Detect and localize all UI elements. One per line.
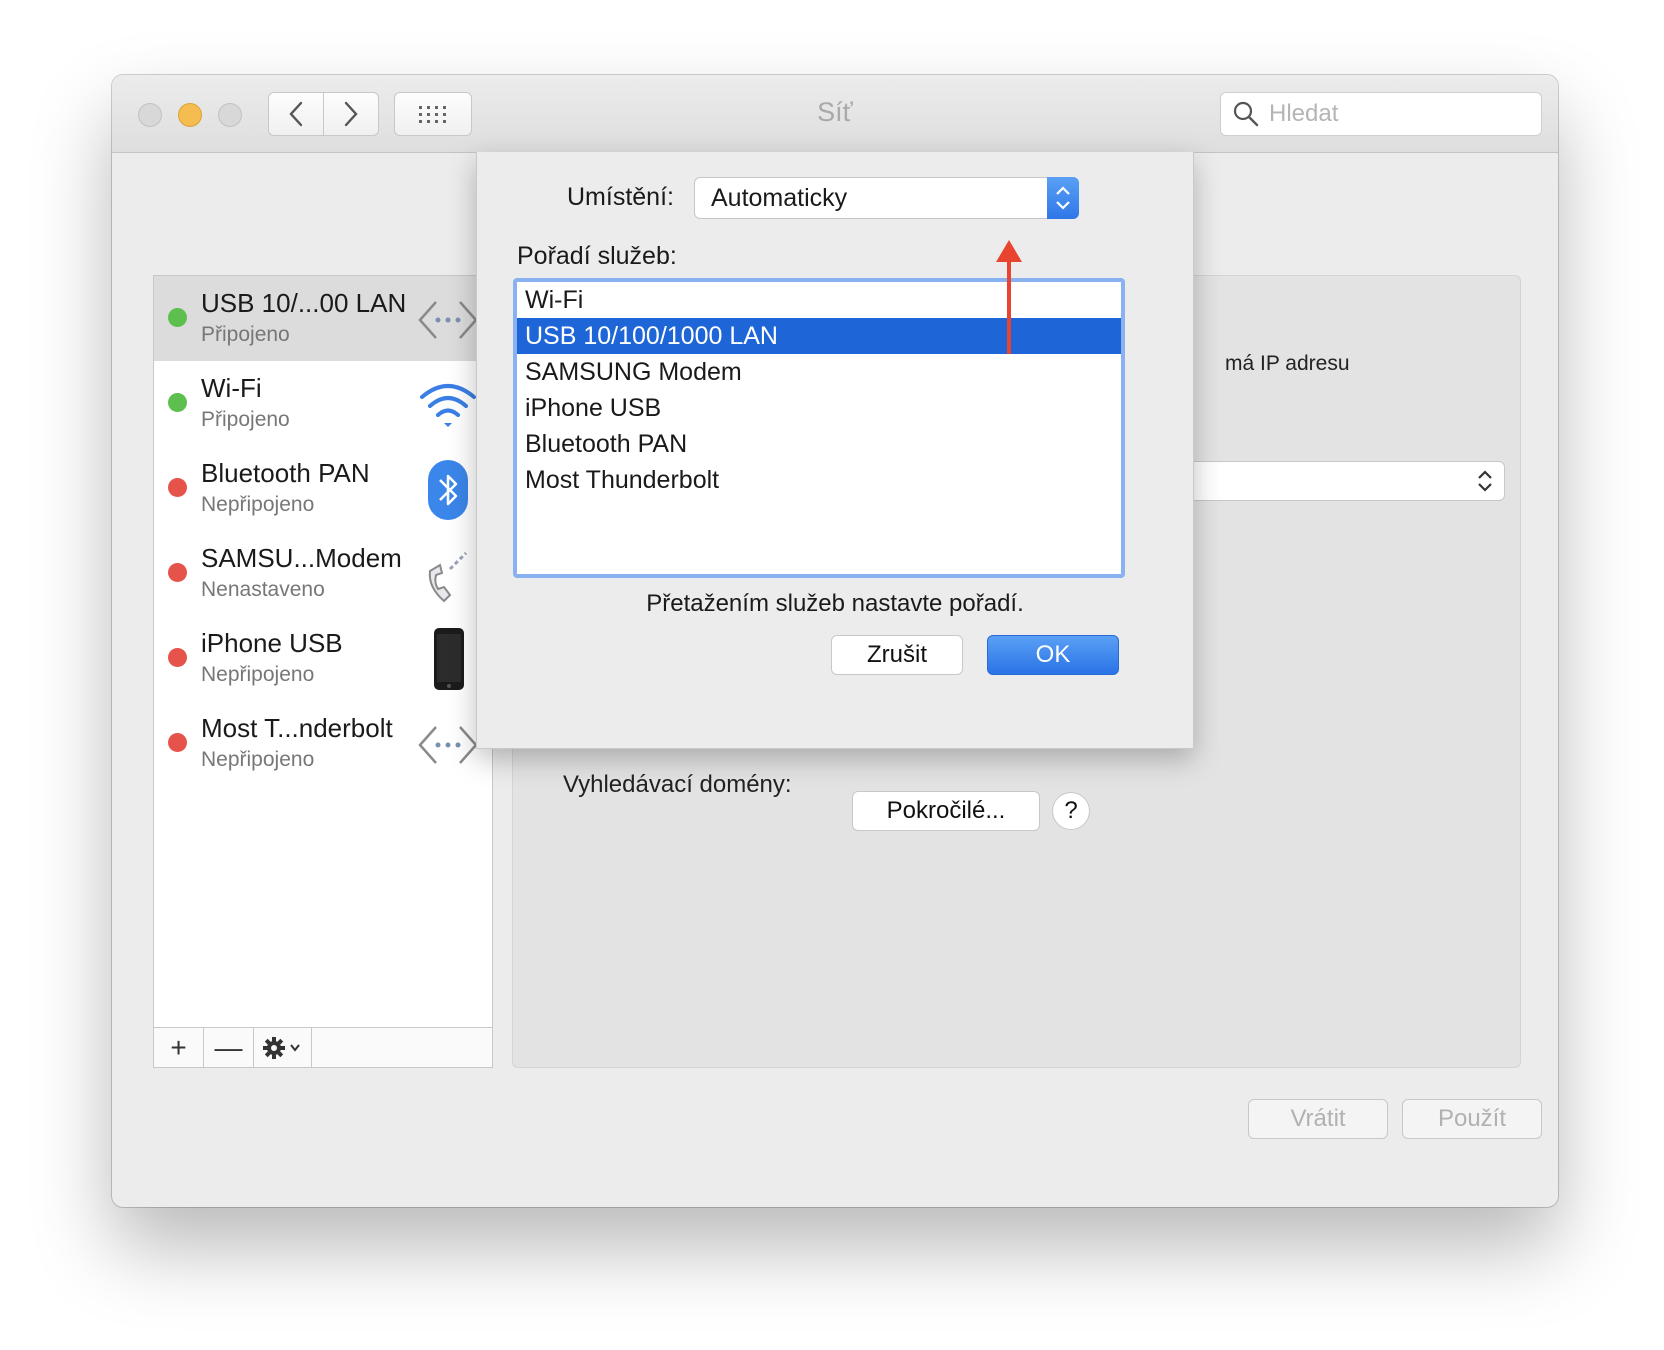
service-name: Most T...nderbolt [201,713,393,743]
add-service-button[interactable]: + [154,1028,204,1067]
chevron-updown-icon [1056,186,1070,210]
configure-popup[interactable] [1163,461,1505,501]
phone-icon [428,551,468,603]
cancel-button[interactable]: Zrušit [831,635,963,675]
search-field[interactable] [1220,92,1542,136]
service-item-samsung-modem[interactable]: SAMSU...Modem Nenastaveno [154,531,492,616]
service-order-item[interactable]: SAMSUNG Modem [517,354,1121,390]
action-menu-button[interactable] [254,1028,312,1067]
sidebar-toolbar: + — [154,1027,492,1067]
drag-hint: Přetažením služeb nastavte pořadí. [646,590,1024,617]
iphone-icon [434,628,464,690]
service-name: Bluetooth PAN [201,458,370,488]
service-item-wifi[interactable]: Wi-Fi Připojeno [154,361,492,446]
ethernet-icon [418,301,478,339]
status-dot [168,733,187,752]
service-order-list[interactable]: Wi-Fi USB 10/100/1000 LAN SAMSUNG Modem … [513,278,1125,578]
service-item-iphone-usb[interactable]: iPhone USB Nepřipojeno [154,616,492,701]
revert-button[interactable]: Vrátit [1248,1099,1388,1139]
chevron-updown-icon [1478,470,1492,492]
service-order-item[interactable]: Wi-Fi [517,282,1121,318]
service-status: Nepřipojeno [201,748,315,771]
service-order-item[interactable]: iPhone USB [517,390,1121,426]
status-dot [168,393,187,412]
status-dot [168,478,187,497]
service-name: Wi-Fi [201,373,262,403]
service-sidebar: USB 10/...00 LAN Připojeno Wi-Fi Připoje… [153,275,493,1068]
status-dot [168,648,187,667]
service-item-bluetooth-pan[interactable]: Bluetooth PAN Nepřipojeno [154,446,492,531]
service-status: Nenastaveno [201,578,325,601]
remove-service-button[interactable]: — [204,1028,254,1067]
service-status: Připojeno [201,408,290,431]
gear-icon [262,1036,300,1059]
service-order-item[interactable]: Bluetooth PAN [517,426,1121,462]
status-dot [168,563,187,582]
location-label: Umístění: [567,183,674,211]
search-domains-label: Vyhledávací domény: [563,771,792,798]
service-name: USB 10/...00 LAN [201,288,407,318]
service-order-item-selected[interactable]: USB 10/100/1000 LAN [517,318,1121,354]
service-order-label: Pořadí služeb: [517,242,677,270]
title-bar: Síť [112,75,1558,153]
service-status: Nepřipojeno [201,493,315,516]
ethernet-icon [418,726,478,764]
service-item-thunderbolt-bridge[interactable]: Most T...nderbolt Nepřipojeno [154,701,492,786]
bluetooth-icon [428,460,468,520]
apply-button[interactable]: Použít [1402,1099,1542,1139]
popup-stepper[interactable] [1047,177,1079,219]
service-item-usb-lan[interactable]: USB 10/...00 LAN Připojeno [154,276,492,361]
location-value: Automaticky [711,184,848,212]
service-status: Připojeno [201,323,290,346]
service-order-sheet: Umístění: Automaticky Pořadí služeb: Wi-… [476,152,1194,749]
service-status: Nepřipojeno [201,663,315,686]
service-name: SAMSU...Modem [201,543,402,573]
ok-button[interactable]: OK [987,635,1119,675]
search-icon [1233,101,1259,127]
service-list: USB 10/...00 LAN Připojeno Wi-Fi Připoje… [154,276,492,786]
service-name: iPhone USB [201,628,343,658]
service-order-item[interactable]: Most Thunderbolt [517,462,1121,498]
help-button[interactable]: ? [1052,792,1090,830]
search-input[interactable] [1267,99,1531,129]
wifi-icon [420,384,476,427]
ip-status-text: má IP adresu [1225,352,1350,375]
network-preferences-window: Síť USB 10/...00 LAN Připojeno [112,75,1558,1207]
status-dot [168,308,187,327]
advanced-button[interactable]: Pokročilé... [852,791,1040,831]
location-popup[interactable]: Automaticky [694,177,1079,219]
